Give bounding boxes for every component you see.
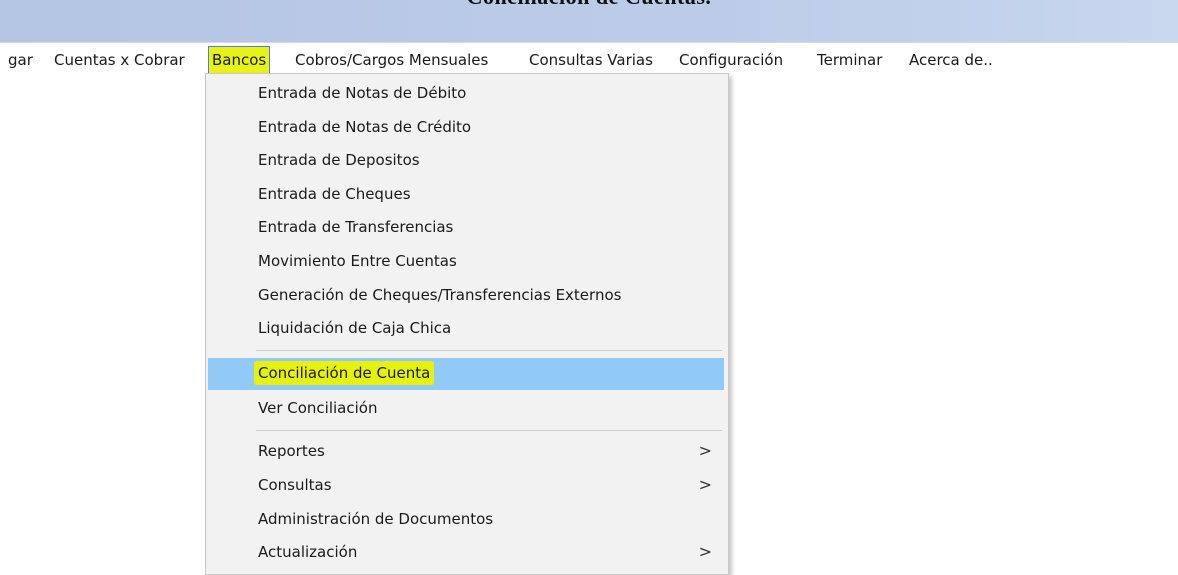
menu-item-label: Ver Conciliación: [258, 399, 378, 417]
menu-item-label: Entrada de Transferencias: [258, 218, 454, 236]
menu-item-conciliacion-cuenta[interactable]: Conciliación de Cuenta: [208, 358, 724, 390]
chevron-right-icon: >: [698, 542, 712, 561]
menu-separator: [256, 430, 722, 431]
menu-item-label: Actualización: [258, 543, 358, 561]
menu-item-reportes[interactable]: Reportes >: [208, 436, 724, 466]
menu-item-label: Entrada de Depositos: [258, 151, 420, 169]
menubar-item-cobros-cargos-mensuales[interactable]: Cobros/Cargos Mensuales: [293, 47, 490, 73]
menu-item-consultas[interactable]: Consultas >: [208, 470, 724, 500]
menu-item-entrada-cheques[interactable]: Entrada de Cheques: [208, 179, 724, 209]
menubar-item-terminar[interactable]: Terminar: [815, 47, 884, 73]
menubar-item-configuracion[interactable]: Configuración: [677, 47, 785, 73]
chevron-right-icon: >: [698, 441, 712, 460]
menu-bar: gar Cuentas x Cobrar Bancos Cobros/Cargo…: [0, 42, 1178, 77]
menu-item-ver-conciliacion[interactable]: Ver Conciliación: [208, 393, 724, 423]
menu-item-label: Reportes: [258, 442, 325, 460]
menu-item-label: Entrada de Notas de Crédito: [258, 118, 472, 136]
menu-item-label: Entrada de Cheques: [258, 185, 411, 203]
menubar-item-cuentas-x-cobrar[interactable]: Cuentas x Cobrar: [52, 47, 187, 73]
menubar-item-gar[interactable]: gar: [6, 47, 35, 73]
chevron-right-icon: >: [698, 475, 712, 494]
menu-item-liquidacion-caja-chica[interactable]: Liquidación de Caja Chica: [208, 313, 724, 343]
menu-item-entrada-notas-credito[interactable]: Entrada de Notas de Crédito: [208, 112, 724, 142]
menu-item-label: Movimiento Entre Cuentas: [258, 252, 457, 270]
window-title: Conciliación de Cuentas.: [0, 0, 1178, 10]
menu-item-administracion-documentos[interactable]: Administración de Documentos: [208, 504, 724, 534]
menu-item-movimiento-entre-cuentas[interactable]: Movimiento Entre Cuentas: [208, 246, 724, 276]
menu-item-label: Liquidación de Caja Chica: [258, 319, 452, 337]
menu-item-entrada-transferencias[interactable]: Entrada de Transferencias: [208, 212, 724, 242]
menu-item-generacion-cheques-transferencias[interactable]: Generación de Cheques/Transferencias Ext…: [208, 280, 724, 310]
menu-item-label: Generación de Cheques/Transferencias Ext…: [258, 286, 622, 304]
menubar-item-acerca-de[interactable]: Acerca de..: [907, 47, 995, 73]
menu-item-label: Conciliación de Cuenta: [254, 361, 435, 385]
menu-item-entrada-depositos[interactable]: Entrada de Depositos: [208, 145, 724, 175]
menubar-item-consultas-varias[interactable]: Consultas Varias: [527, 47, 655, 73]
menu-item-label: Entrada de Notas de Débito: [258, 84, 467, 102]
menu-separator: [256, 350, 722, 351]
menu-item-label: Consultas: [258, 476, 332, 494]
window-title-bar: Conciliación de Cuentas.: [0, 0, 1178, 42]
bancos-dropdown-menu: Entrada de Notas de Débito Entrada de No…: [205, 73, 729, 575]
menu-item-entrada-notas-debito[interactable]: Entrada de Notas de Débito: [208, 78, 724, 108]
menu-item-label: Administración de Documentos: [258, 510, 494, 528]
menubar-item-bancos[interactable]: Bancos: [208, 46, 271, 74]
menu-item-actualizacion[interactable]: Actualización >: [208, 537, 724, 567]
